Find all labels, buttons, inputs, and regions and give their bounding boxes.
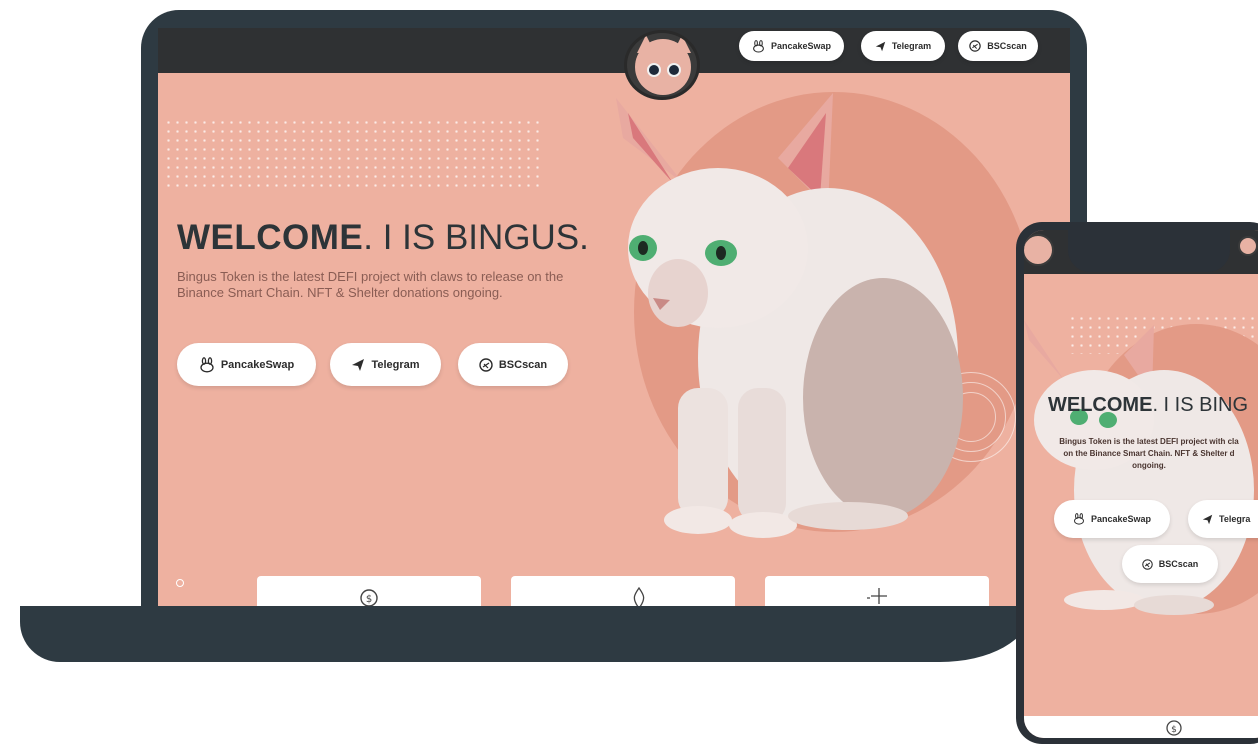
phone-tagline-line: on the Binance Smart Chain. NFT & Shelte…: [1063, 449, 1235, 458]
hero-pancakeswap-button[interactable]: PancakeSwap: [177, 343, 316, 386]
phone-hero-tagline: Bingus Token is the latest DEFI project …: [1024, 436, 1258, 472]
nav-pancakeswap-button[interactable]: PancakeSwap: [739, 31, 844, 61]
logo-eye: [647, 63, 661, 77]
feature-card: [511, 576, 735, 606]
hero-bscscan-button[interactable]: BSCscan: [458, 343, 568, 386]
phone-screen: WELCOME. I IS BING Bingus Token is the l…: [1024, 230, 1258, 738]
coin-icon: $: [1166, 720, 1182, 736]
nav-telegram-button[interactable]: Telegram: [861, 31, 945, 61]
hero-bscscan-label: BSCscan: [498, 358, 548, 371]
bscscan-icon: [1141, 558, 1153, 570]
phone-hero-title-bold: WELCOME: [1048, 394, 1153, 416]
paper-plane-icon: [875, 41, 886, 52]
nav-pancakeswap-label: PancakeSwap: [770, 41, 832, 51]
logo-eye: [667, 63, 681, 77]
phone-pancakeswap-button[interactable]: PancakeSwap: [1054, 500, 1170, 538]
hero-pancakeswap-label: PancakeSwap: [220, 358, 295, 371]
hero-telegram-label: Telegram: [371, 358, 420, 371]
bingus-logo[interactable]: [624, 30, 700, 100]
hero-tagline: Bingus Token is the latest DEFI project …: [177, 269, 564, 300]
device-mockup: WELCOME. I IS BINGUS. Bingus Token is th…: [0, 0, 1258, 744]
hero-title-bold: WELCOME: [177, 218, 364, 257]
feature-card: $: [257, 576, 481, 606]
logo-face: [635, 39, 691, 95]
phone-notch: [1068, 230, 1230, 272]
hero-title-rest: . I IS BINGUS.: [363, 218, 589, 257]
bscscan-icon: [479, 357, 493, 372]
phone-tagline-line: Bingus Token is the latest DEFI project …: [1059, 437, 1239, 446]
flame-icon: [633, 586, 645, 606]
phone-telegram-label: Telegra: [1219, 514, 1251, 524]
nav-telegram-label: Telegram: [891, 41, 932, 51]
nav-bscscan-label: BSCscan: [987, 41, 1027, 51]
bscscan-icon: [969, 40, 981, 52]
laptop-base: [20, 606, 1030, 662]
info-icon[interactable]: [176, 579, 184, 587]
feature-card: [765, 576, 989, 606]
hero-telegram-button[interactable]: Telegram: [330, 343, 441, 386]
bunny-icon: [199, 356, 215, 373]
paper-plane-icon: [351, 358, 365, 372]
phone-menu-logo[interactable]: [1238, 236, 1258, 256]
phone-hero-title-rest: . I IS BING: [1152, 394, 1249, 416]
sparkle-icon: [867, 588, 887, 604]
phone-bscscan-button[interactable]: BSCscan: [1122, 545, 1218, 583]
phone-hero-title: WELCOME. I IS BING: [1048, 394, 1248, 417]
svg-text:$: $: [366, 594, 372, 605]
coin-icon: $: [360, 589, 378, 606]
dot-pattern: [164, 118, 540, 190]
cat-image: [616, 93, 963, 538]
phone-feature-card: $: [1024, 716, 1258, 738]
phone-tagline-line: ongoing.: [1132, 461, 1166, 470]
bunny-icon: [752, 39, 765, 53]
svg-text:$: $: [1171, 725, 1177, 735]
phone-pancakeswap-label: PancakeSwap: [1090, 514, 1152, 524]
paper-plane-icon: [1202, 514, 1213, 525]
nav-bscscan-button[interactable]: BSCscan: [958, 31, 1038, 61]
bunny-icon: [1073, 513, 1085, 525]
phone-bscscan-label: BSCscan: [1158, 559, 1199, 569]
hero-title: WELCOME. I IS BINGUS.: [177, 218, 589, 258]
laptop-screen: WELCOME. I IS BINGUS. Bingus Token is th…: [158, 28, 1070, 606]
phone-telegram-button[interactable]: Telegra: [1188, 500, 1258, 538]
